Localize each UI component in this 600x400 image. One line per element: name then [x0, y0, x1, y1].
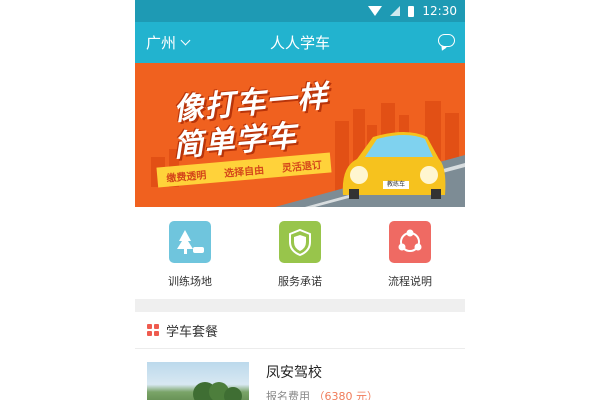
feature-label: 训练场地 [168, 275, 212, 288]
banner-tag: 选择自由 [223, 164, 265, 180]
feature-row: 训练场地 服务承诺 流程说明 [135, 207, 465, 299]
package-section-header: 学车套餐 [135, 312, 465, 349]
status-bar: 12:30 [135, 0, 465, 22]
city-selector[interactable]: 广州 [146, 32, 191, 53]
phone-screen: 12:30 广州 人人学车 像打车一样 简单学车 缴费透明 选择自由 灵活退订 … [135, 0, 465, 400]
battery-icon [408, 5, 415, 17]
feature-label: 流程说明 [388, 275, 432, 288]
package-card[interactable]: 凤安驾校 报名费用 （6380 元） [135, 349, 465, 400]
app-header: 广州 人人学车 [135, 22, 465, 63]
message-icon[interactable] [438, 34, 455, 47]
section-divider [135, 299, 465, 312]
section-title: 学车套餐 [166, 324, 219, 340]
banner-tag: 缴费透明 [165, 169, 207, 185]
promo-banner[interactable]: 像打车一样 简单学车 缴费透明 选择自由 灵活退订 教练车 [135, 63, 465, 207]
shield-icon [279, 221, 321, 263]
status-time: 12:30 [422, 4, 457, 18]
package-info: 凤安驾校 报名费用 （6380 元） [266, 362, 378, 400]
banner-tag: 灵活退订 [281, 159, 323, 175]
school-name: 凤安驾校 [266, 365, 322, 381]
school-thumbnail [147, 362, 249, 400]
flow-cycle-icon [389, 221, 431, 263]
chevron-down-icon [180, 35, 191, 46]
wifi-icon [368, 6, 383, 16]
fee-label: 报名费用 [266, 390, 310, 400]
fee-price: （6380 元） [313, 390, 379, 400]
city-label: 广州 [146, 34, 177, 52]
feature-process-guide[interactable]: 流程说明 [355, 221, 465, 299]
signal-icon [390, 6, 401, 16]
feature-service-promise[interactable]: 服务承诺 [245, 221, 355, 299]
feature-training-field[interactable]: 训练场地 [135, 221, 245, 299]
tree-field-icon [169, 221, 211, 263]
car-plate: 教练车 [386, 181, 405, 188]
fee-line: 报名费用 （6380 元） [266, 388, 378, 400]
feature-label: 服务承诺 [278, 275, 322, 288]
grid-icon [147, 324, 159, 336]
